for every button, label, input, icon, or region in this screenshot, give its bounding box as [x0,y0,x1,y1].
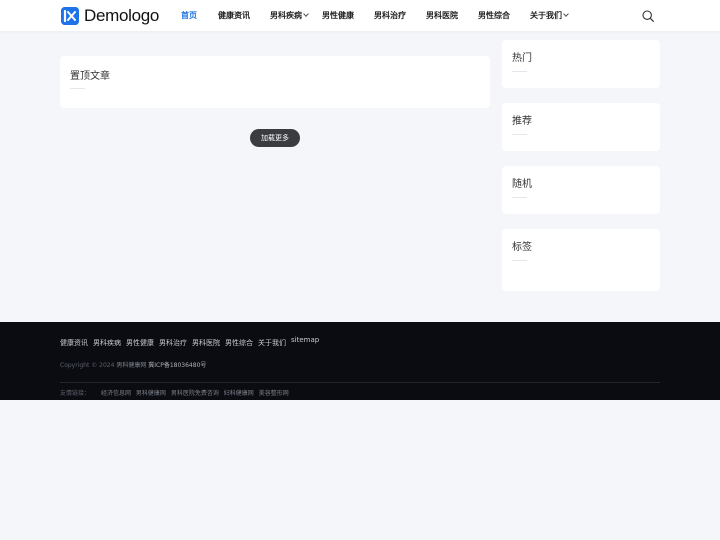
widget-random: 随机 [502,166,660,214]
search-icon[interactable] [642,10,654,22]
widget-tags-title: 标签 [512,242,532,253]
nav-item-about[interactable]: 关于我们 [530,10,569,21]
friend-link[interactable]: 经济信息网 [101,390,131,397]
nav-item-home[interactable]: 首页 [181,10,197,21]
title-underline [512,71,527,72]
footer-link-hospital[interactable]: 男科医院 [192,338,220,348]
friend-link[interactable]: 妇科健康网 [224,390,254,397]
nav-item-general[interactable]: 男性综合 [478,10,510,21]
nav-item-diseases[interactable]: 男科疾病 [270,10,309,21]
icp-link[interactable]: 冀ICP备18036480号 [148,362,206,369]
friend-link[interactable]: 美容整形网 [259,390,289,397]
sticky-posts-title: 置顶文章 [70,71,110,82]
copyright-text: Copyright © 2024 [60,362,115,369]
footer-link-diseases[interactable]: 男科疾病 [93,338,121,348]
title-underline [512,197,527,198]
title-underline [512,134,527,135]
footer-link-mens-health[interactable]: 男性健康 [126,338,154,348]
nav-item-treatment[interactable]: 男科治疗 [374,10,406,21]
widget-tags: 标签 [502,229,660,291]
logo-text: Demologo [84,5,160,25]
footer-divider [60,382,660,383]
load-more-button[interactable]: 加载更多 [250,129,300,147]
footer-link-sitemap[interactable]: sitemap [291,336,319,344]
widget-random-title: 随机 [512,179,532,190]
widget-recommend-title: 推荐 [512,116,532,127]
footer-link-general[interactable]: 男性综合 [225,338,253,348]
copyright-site-link[interactable]: 男科健康网 [116,362,146,369]
friend-links-label: 友情链接： [60,390,91,397]
widget-recommend: 推荐 [502,103,660,151]
copyright: Copyright © 2024 男科健康网 冀ICP备18036480号 [60,360,206,369]
sticky-posts-card: 置顶文章 [60,56,490,108]
site-header: Demologo 首页 健康资讯 男科疾病 男性健康 男科治疗 男科医院 男性综… [0,0,720,31]
logo-icon [61,6,79,25]
site-logo[interactable]: Demologo [61,6,159,25]
widget-hot-title: 热门 [512,53,532,64]
friend-links: 友情链接： 经济信息网 男科健康网 男科医院免费咨询 妇科健康网 美容整形网 [60,388,292,397]
title-underline [70,88,85,89]
nav-item-about-label: 关于我们 [530,11,562,20]
nav-item-mens-health[interactable]: 男性健康 [322,10,354,21]
footer-link-health-news[interactable]: 健康资讯 [60,338,88,348]
footer-link-treatment[interactable]: 男科治疗 [159,338,187,348]
nav-item-diseases-label: 男科疾病 [270,11,302,20]
widget-hot: 热门 [502,40,660,88]
chevron-down-icon [303,11,309,17]
footer-link-about[interactable]: 关于我们 [258,338,286,348]
friend-link[interactable]: 男科健康网 [136,390,166,397]
title-underline [512,260,527,261]
nav-item-health-news[interactable]: 健康资讯 [218,10,250,21]
logo-mark-glyph [61,6,79,25]
site-footer: 健康资讯 男科疾病 男性健康 男科治疗 男科医院 男性综合 关于我们 sitem… [0,322,720,400]
chevron-down-icon [563,11,569,17]
nav-item-hospital[interactable]: 男科医院 [426,10,458,21]
friend-link[interactable]: 男科医院免费咨询 [171,390,219,397]
